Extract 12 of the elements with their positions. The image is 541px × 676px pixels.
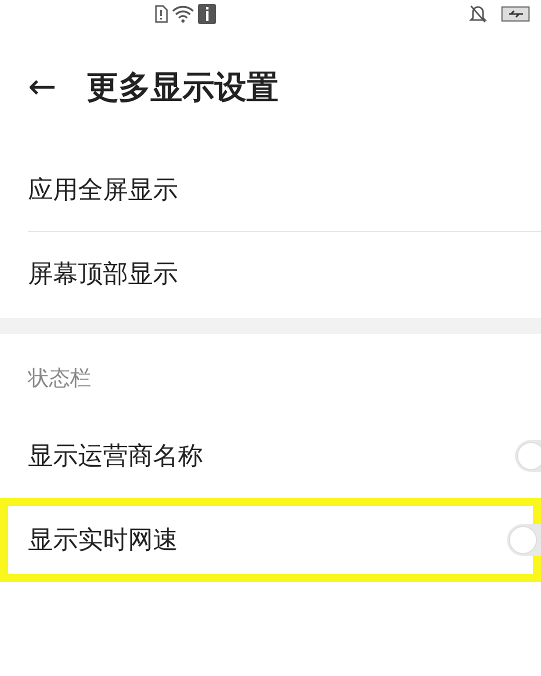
- bell-muted-icon: [469, 4, 487, 24]
- settings-item[interactable]: 应用全屏显示: [28, 148, 541, 232]
- battery-icon: [501, 5, 531, 23]
- back-button[interactable]: ←: [28, 70, 56, 104]
- sim-alert-icon: [154, 5, 168, 23]
- section-header: 状态栏: [28, 365, 91, 392]
- info-icon: [198, 4, 216, 24]
- wifi-icon: [172, 5, 194, 23]
- page-title: 更多显示设置: [86, 67, 278, 108]
- settings-item[interactable]: 屏幕顶部显示: [0, 232, 541, 316]
- setting-label: 显示运营商名称: [28, 440, 203, 472]
- setting-label: 显示实时网速: [28, 524, 178, 556]
